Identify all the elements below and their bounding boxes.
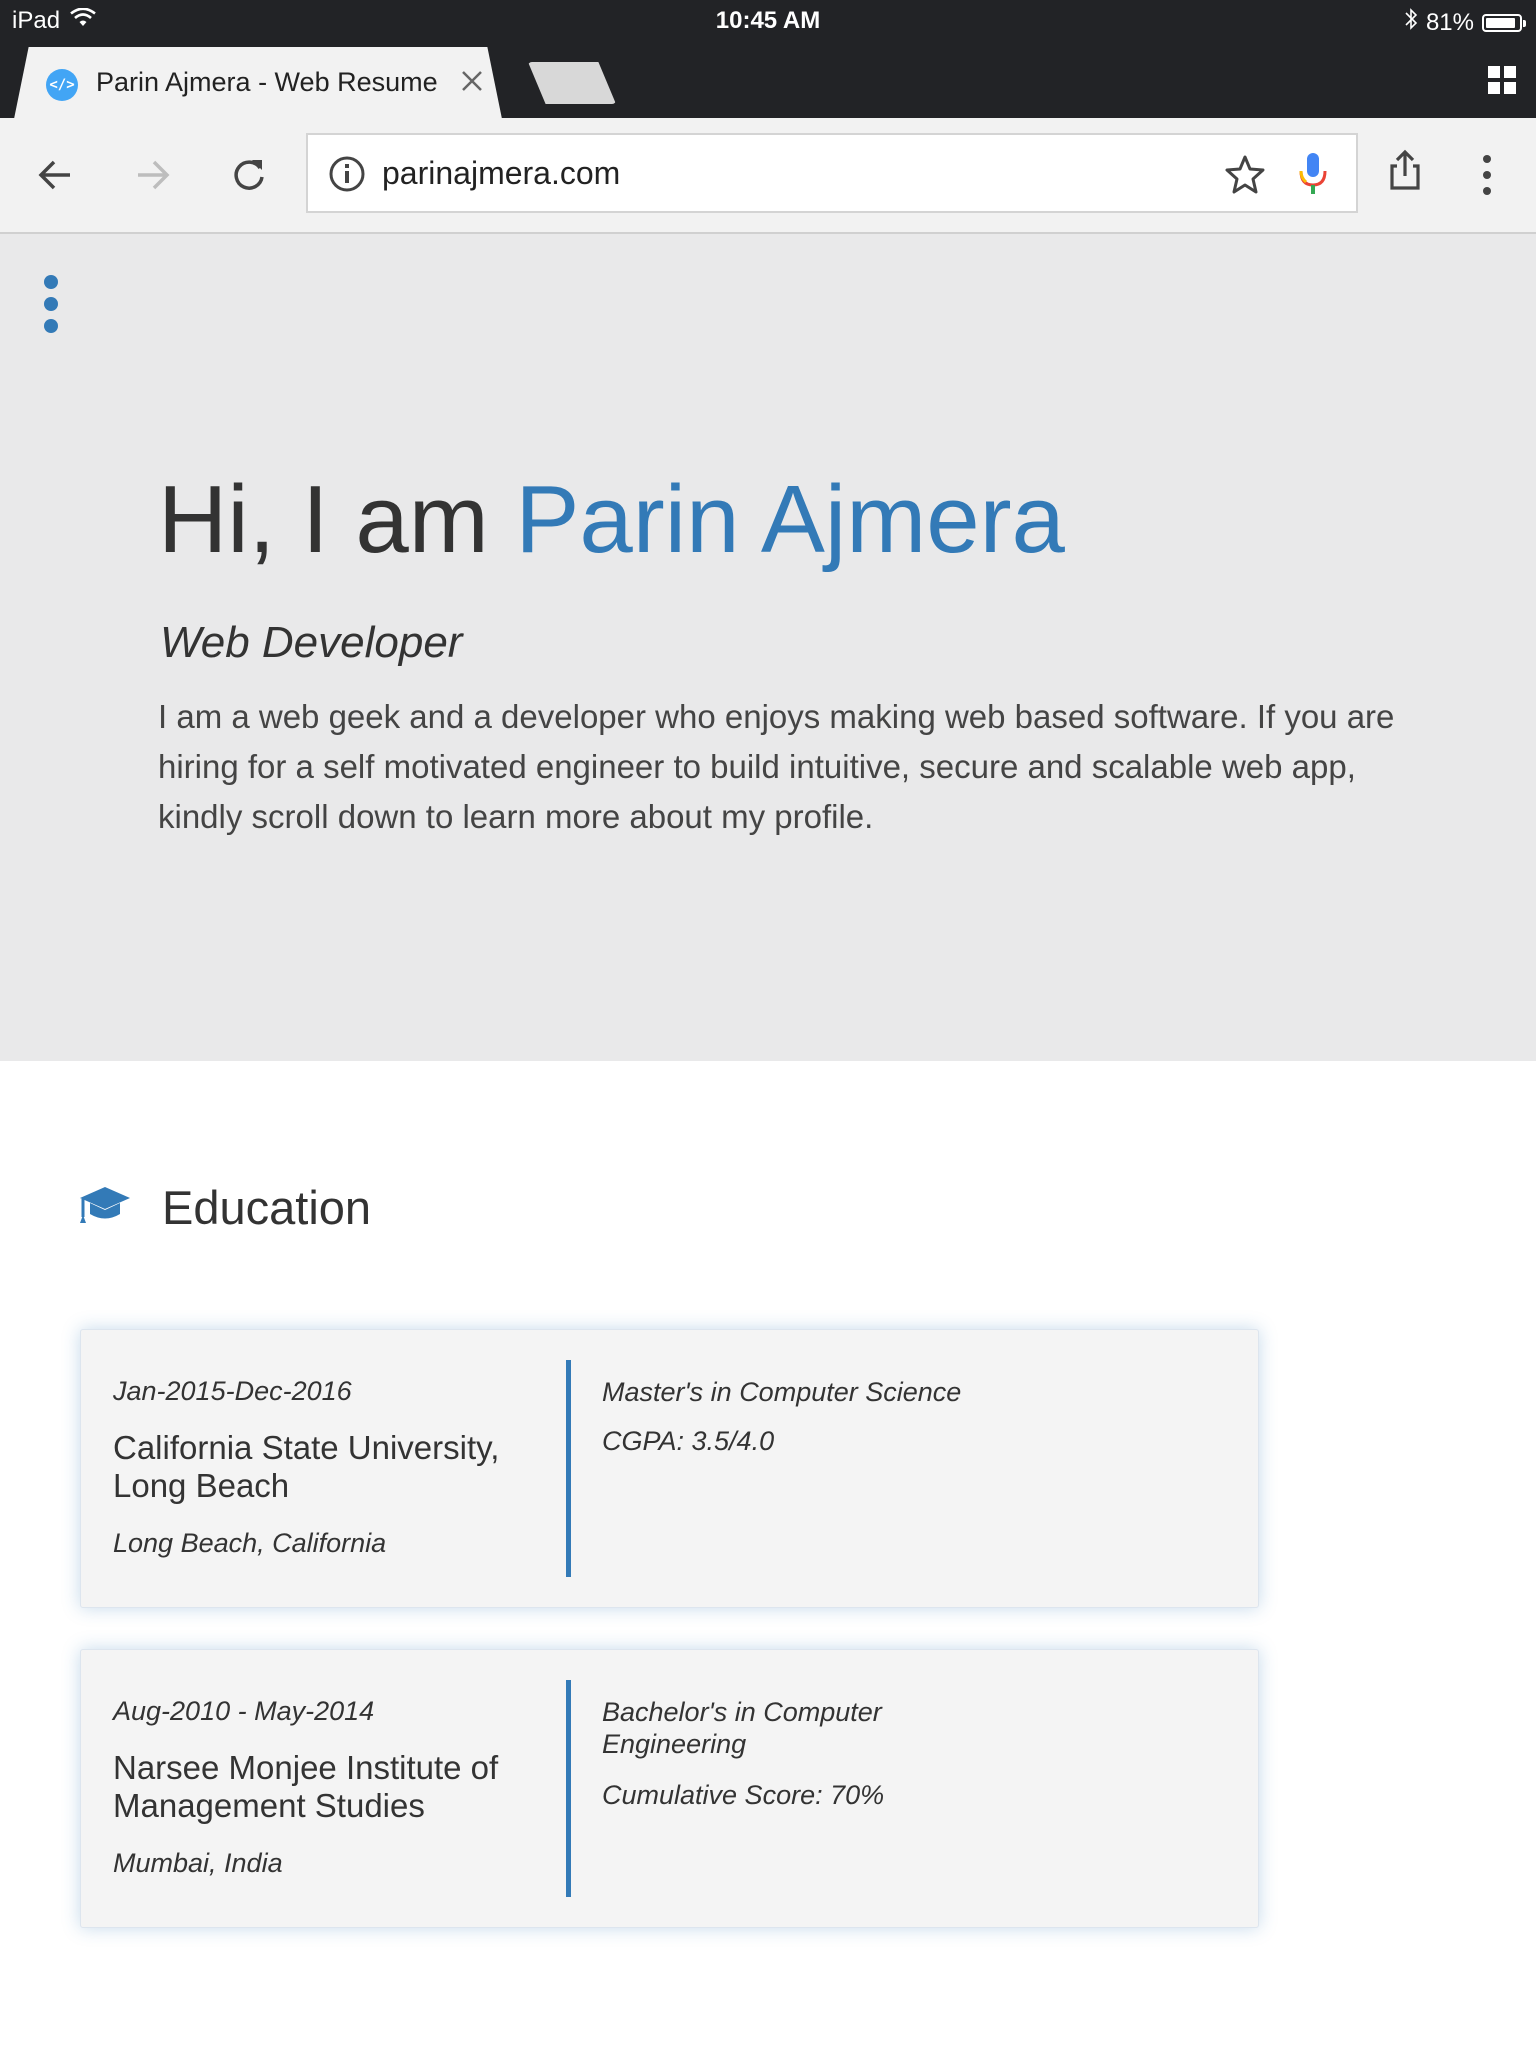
browser-tab[interactable]: </> Parin Ajmera - Web Resume <box>14 47 502 119</box>
education-dates: Jan-2015-Dec-2016 <box>113 1376 352 1406</box>
education-title: Education <box>162 1181 372 1234</box>
education-card: Jan-2015-Dec-2016 California State Unive… <box>80 1329 1259 1608</box>
education-heading: Education <box>78 1180 371 1235</box>
graduation-cap-icon <box>78 1183 132 1232</box>
hero-intro: I am a web geek and a developer who enjo… <box>158 698 1395 835</box>
hero-name: Parin Ajmera <box>515 466 1065 573</box>
address-bar[interactable]: parinajmera.com <box>306 133 1358 213</box>
battery-icon <box>1482 13 1526 32</box>
star-bookmark-icon[interactable] <box>1224 153 1266 200</box>
hero-role: Web Developer <box>160 618 463 667</box>
card-divider <box>566 1680 571 1897</box>
education-score: Cumulative Score: 70% <box>602 1780 885 1810</box>
bluetooth-icon <box>1404 7 1418 38</box>
hero-section: Hi, I am Parin Ajmera Web Developer I am… <box>0 234 1536 1061</box>
status-bar: iPad 10:45 AM 81% <box>0 0 1536 42</box>
tab-strip: </> Parin Ajmera - Web Resume <box>0 42 1536 119</box>
favicon-icon: </> <box>46 69 78 101</box>
education-score: CGPA: 3.5/4.0 <box>602 1426 775 1456</box>
hero-greeting: Hi, I am <box>158 466 516 573</box>
education-location: Long Beach, California <box>113 1528 387 1558</box>
url-text: parinajmera.com <box>382 155 621 191</box>
education-dates: Aug-2010 - May-2014 <box>113 1696 375 1726</box>
tab-title: Parin Ajmera - Web Resume <box>96 67 438 97</box>
info-icon[interactable] <box>328 155 366 198</box>
education-location: Mumbai, India <box>113 1848 283 1878</box>
education-degree: Master's in Computer Science <box>602 1377 962 1407</box>
tab-switcher-icon[interactable] <box>1488 66 1516 94</box>
hero-heading: Hi, I am Parin Ajmera <box>158 465 1065 575</box>
card-divider <box>566 1360 571 1577</box>
overflow-menu-icon[interactable] <box>1462 150 1512 200</box>
reload-icon[interactable] <box>224 150 274 200</box>
share-icon[interactable] <box>1380 146 1430 196</box>
education-degree: Bachelor's in Computer Engineering <box>602 1697 882 1759</box>
browser-toolbar: parinajmera.com <box>0 118 1536 234</box>
battery-percent: 81% <box>1425 8 1474 36</box>
education-school: Narsee Monjee Institute of Management St… <box>113 1749 499 1824</box>
forward-arrow-icon[interactable] <box>128 150 178 200</box>
menu-dots-icon[interactable] <box>40 274 62 334</box>
status-time: 10:45 AM <box>715 7 821 34</box>
education-school: California State University, Long Beach <box>113 1429 500 1504</box>
back-arrow-icon[interactable] <box>30 150 80 200</box>
new-tab-button[interactable] <box>528 62 616 104</box>
education-card: Aug-2010 - May-2014 Narsee Monjee Instit… <box>80 1649 1259 1928</box>
close-tab-icon[interactable] <box>460 63 484 101</box>
microphone-icon[interactable] <box>1298 151 1328 202</box>
